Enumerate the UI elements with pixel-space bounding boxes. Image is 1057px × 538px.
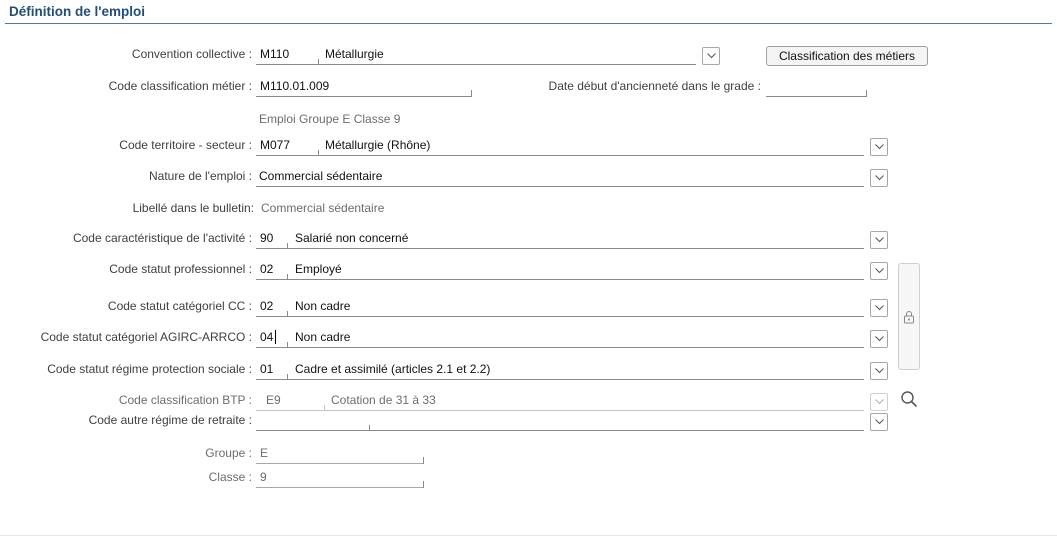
classification-metier-field[interactable] [256, 90, 472, 97]
classification-metier-value[interactable]: M110.01.009 [260, 79, 329, 93]
classification-metiers-button[interactable]: Classification des métiers [766, 46, 928, 66]
activite-text: Salarié non concerné [295, 231, 409, 245]
classe-value: 9 [260, 470, 267, 484]
regime-protection-separator [287, 374, 288, 380]
convention-separator [318, 59, 319, 65]
chevron-down-icon [874, 419, 884, 425]
territoire-separator [318, 150, 319, 156]
statut-pro-label: Code statut professionnel : [109, 262, 252, 276]
anciennete-field[interactable] [766, 90, 867, 97]
convention-text: Métallurgie [325, 47, 384, 61]
bottom-divider [0, 535, 1057, 536]
regime-protection-label: Code statut régime protection sociale : [47, 362, 252, 376]
retraite-dropdown[interactable] [870, 413, 888, 431]
classe-label: Classe : [208, 470, 252, 484]
statut-agirc-combo[interactable] [256, 347, 864, 348]
chevron-down-icon [874, 175, 884, 181]
retraite-label: Code autre régime de retraite : [88, 413, 252, 427]
statut-cc-combo[interactable] [256, 316, 864, 317]
btp-dropdown [870, 393, 888, 411]
lock-toggle[interactable] [898, 263, 920, 370]
groupe-field [256, 457, 424, 464]
groupe-label: Groupe : [205, 446, 252, 460]
nature-combo[interactable] [256, 186, 864, 187]
regime-protection-code[interactable]: 01 [260, 362, 273, 376]
nature-label: Nature de l'emploi : [148, 169, 252, 183]
libelle-text: Commercial sédentaire [261, 201, 385, 215]
activite-label: Code caractéristique de l'activité : [72, 231, 252, 245]
statut-cc-dropdown[interactable] [870, 299, 888, 317]
regime-protection-combo[interactable] [256, 379, 864, 380]
libelle-label: Libellé dans le bulletin: [132, 201, 254, 215]
territoire-text: Métallurgie (Rhône) [325, 138, 431, 152]
chevron-down-icon [874, 305, 884, 311]
convention-dropdown[interactable] [702, 47, 720, 65]
classification-metier-label: Code classification métier : [108, 79, 252, 93]
chevron-down-icon [874, 268, 884, 274]
convention-code[interactable]: M110 [260, 47, 289, 61]
btp-code: E9 [266, 393, 281, 407]
territoire-combo[interactable] [256, 155, 864, 156]
territoire-dropdown[interactable] [870, 138, 888, 156]
btp-combo[interactable] [256, 410, 864, 411]
chevron-down-icon [874, 336, 884, 342]
anciennete-label: Date début d'ancienneté dans le grade : [548, 79, 761, 93]
section-title: Définition de l'emploi [9, 4, 145, 19]
statut-cc-text: Non cadre [295, 299, 351, 313]
chevron-down-icon [874, 237, 884, 243]
territoire-code[interactable]: M077 [260, 138, 290, 152]
groupe-value: E [260, 446, 269, 460]
chevron-down-icon [874, 399, 884, 405]
chevron-down-icon [706, 53, 716, 59]
statut-pro-combo[interactable] [256, 279, 864, 280]
classe-field [256, 481, 424, 488]
nature-dropdown[interactable] [870, 169, 888, 187]
title-divider [5, 23, 1052, 24]
regime-protection-dropdown[interactable] [870, 362, 888, 380]
statut-agirc-dropdown[interactable] [870, 330, 888, 348]
regime-protection-text: Cadre et assimilé (articles 2.1 et 2.2) [295, 362, 491, 376]
convention-label: Convention collective : [131, 47, 252, 61]
activite-dropdown[interactable] [870, 231, 888, 249]
convention-combo[interactable] [256, 64, 696, 65]
statut-cc-code[interactable]: 02 [260, 299, 273, 313]
nature-text[interactable]: Commercial sédentaire [259, 169, 382, 183]
statut-pro-separator [287, 274, 288, 280]
statut-agirc-separator [287, 342, 288, 348]
text-caret [275, 330, 276, 344]
search-icon [901, 391, 917, 407]
activite-combo[interactable] [256, 248, 864, 249]
territoire-label: Code territoire - secteur : [119, 138, 252, 152]
btp-separator [324, 405, 325, 411]
statut-agirc-code[interactable]: 04 [260, 330, 273, 344]
chevron-down-icon [874, 144, 884, 150]
retraite-combo[interactable] [256, 430, 864, 431]
chevron-down-icon [874, 368, 884, 374]
activite-code[interactable]: 90 [260, 231, 273, 245]
activite-separator [287, 243, 288, 249]
statut-pro-code[interactable]: 02 [260, 262, 273, 276]
statut-agirc-label: Code statut catégoriel AGIRC-ARRCO : [40, 330, 252, 344]
classification-info: Emploi Groupe E Classe 9 [259, 112, 401, 126]
statut-agirc-text: Non cadre [295, 330, 351, 344]
search-button[interactable] [899, 389, 919, 409]
statut-cc-label: Code statut catégoriel CC : [107, 299, 252, 313]
statut-cc-separator [287, 311, 288, 317]
retraite-separator [369, 425, 370, 431]
statut-pro-text: Employé [295, 262, 342, 276]
btp-label: Code classification BTP : [118, 393, 252, 407]
btp-text: Cotation de 31 à 33 [331, 393, 436, 407]
statut-pro-dropdown[interactable] [870, 262, 888, 280]
lock-icon [904, 310, 914, 323]
